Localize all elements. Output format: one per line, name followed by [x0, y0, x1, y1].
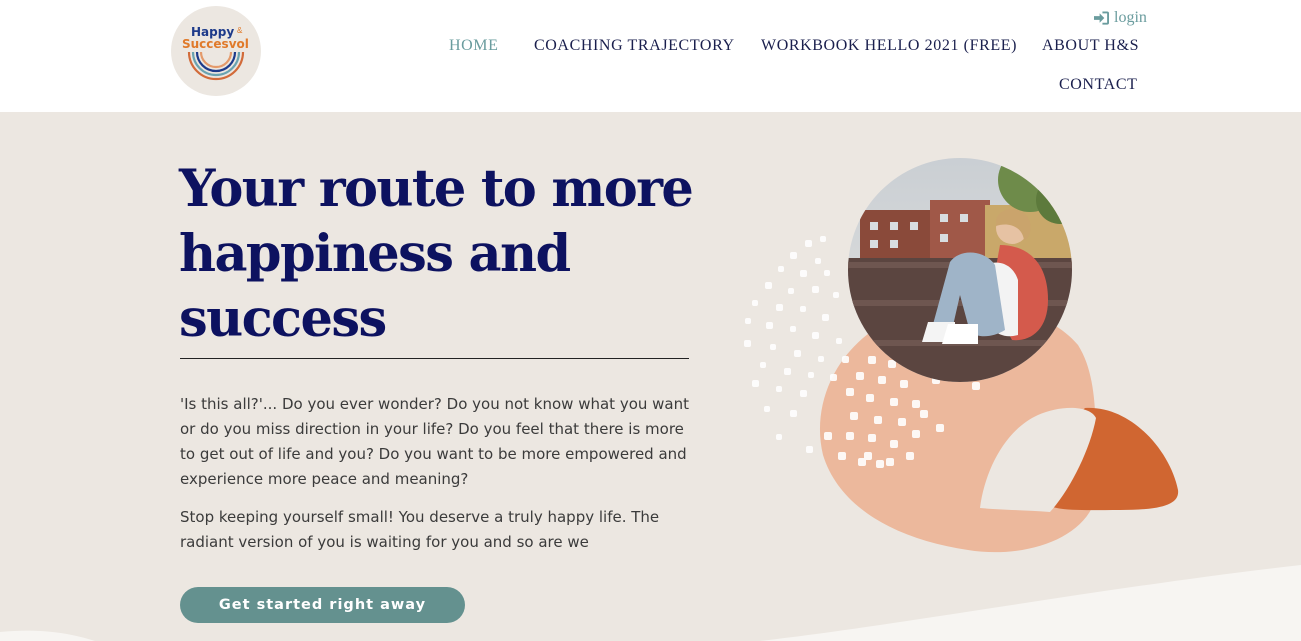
get-started-button[interactable]: Get started right away: [180, 587, 465, 623]
hero-artwork: [0, 158, 1301, 641]
bottom-wave: [760, 565, 1301, 641]
bottom-left-wave: [0, 630, 95, 641]
